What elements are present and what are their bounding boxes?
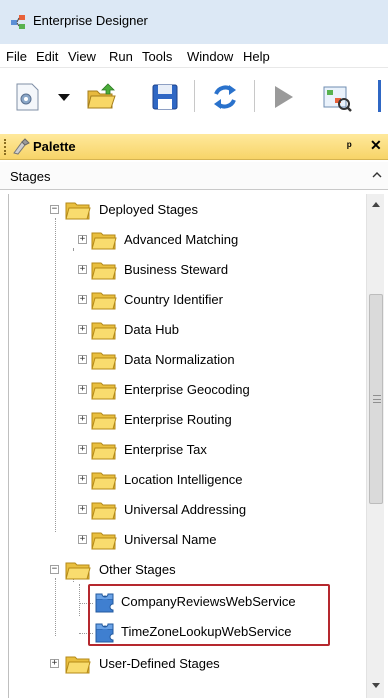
tree-node-stage-group[interactable]: + Country Identifier (75, 288, 365, 312)
open-folder-icon[interactable] (84, 80, 118, 114)
save-icon[interactable] (148, 80, 182, 114)
folder-icon (91, 292, 117, 310)
scroll-thumb[interactable] (369, 294, 383, 504)
scroll-down-icon[interactable] (371, 682, 381, 690)
folder-open-icon (65, 202, 91, 220)
tree-node-stage-group[interactable]: + Enterprise Geocoding (75, 378, 365, 402)
tree-label: Universal Addressing (124, 502, 247, 517)
tree-node-stage-group[interactable]: + Universal Name (75, 528, 365, 552)
toolbar (0, 68, 388, 124)
folder-icon (91, 322, 117, 340)
toolbar-separator (194, 80, 195, 112)
dropdown-arrow-icon[interactable] (56, 80, 72, 114)
new-flow-icon[interactable] (10, 80, 44, 114)
expand-toggle-icon[interactable]: + (78, 475, 87, 484)
menu-window[interactable]: Window (187, 49, 233, 64)
tree-node-stage-group[interactable]: + Data Normalization (75, 348, 365, 372)
tree-node-stage-group[interactable]: + Business Steward (75, 258, 365, 282)
folder-icon (91, 382, 117, 400)
menu-run[interactable]: Run (109, 49, 133, 64)
close-icon[interactable]: ✕ (370, 137, 382, 154)
vertical-scrollbar[interactable] (366, 194, 384, 698)
grip-icon (373, 395, 381, 403)
tree-label: Business Steward (124, 262, 229, 277)
menu-help[interactable]: Help (243, 49, 270, 64)
expand-toggle-icon[interactable]: + (78, 535, 87, 544)
tree-label: Enterprise Geocoding (124, 382, 250, 397)
tree-node-stage-group[interactable]: + Advanced Matching (75, 228, 365, 252)
expand-toggle-icon[interactable]: + (78, 505, 87, 514)
inspect-icon[interactable] (320, 80, 354, 114)
highlight-box (88, 584, 330, 646)
tree-label: Advanced Matching (124, 232, 239, 247)
folder-icon (91, 442, 117, 460)
toolbar-overflow (378, 80, 381, 112)
folder-icon (91, 472, 117, 490)
refresh-icon[interactable] (208, 80, 242, 114)
palette-title: Palette (33, 139, 76, 154)
chevron-up-icon[interactable] (372, 170, 382, 180)
expand-toggle-icon[interactable]: + (78, 445, 87, 454)
menu-edit[interactable]: Edit (36, 49, 58, 64)
menu-file[interactable]: File (6, 49, 27, 64)
menu-bar: File Edit View Run Tools Window Help (0, 44, 388, 68)
folder-icon (91, 352, 117, 370)
menu-tools[interactable]: Tools (142, 49, 172, 64)
tree-label: Data Normalization (124, 352, 235, 367)
folder-icon (91, 412, 117, 430)
pin-icon[interactable]: ᵖ (347, 139, 352, 153)
tree-label: Enterprise Routing (124, 412, 232, 427)
expand-toggle-icon[interactable]: + (78, 355, 87, 364)
expand-toggle-icon[interactable]: + (78, 265, 87, 274)
folder-icon (91, 532, 117, 550)
menu-view[interactable]: View (68, 49, 96, 64)
expand-toggle-icon[interactable]: + (78, 295, 87, 304)
expand-toggle-icon[interactable]: + (78, 415, 87, 424)
tree-node-stage-group[interactable]: + Enterprise Routing (75, 408, 365, 432)
tree-node-other-stages[interactable]: − Other Stages (47, 558, 367, 582)
tree-node-stage-group[interactable]: + Location Intelligence (75, 468, 365, 492)
collapse-toggle-icon[interactable]: − (50, 565, 59, 574)
window-title: Enterprise Designer (33, 13, 148, 28)
tree-label: Country Identifier (124, 292, 223, 307)
expand-toggle-icon[interactable]: + (78, 325, 87, 334)
folder-open-icon (65, 562, 91, 580)
toolbar-separator (254, 80, 255, 112)
tree-node-stage-group[interactable]: + Universal Addressing (75, 498, 365, 522)
folder-icon (65, 656, 91, 674)
folder-icon (91, 262, 117, 280)
palette-icon (13, 138, 30, 155)
tree-label: Data Hub (124, 322, 179, 337)
stages-label: Stages (10, 169, 51, 184)
tree-label: Universal Name (124, 532, 217, 547)
tree-label: Enterprise Tax (124, 442, 207, 457)
tree-node-stage-group[interactable]: + Data Hub (75, 318, 365, 342)
run-icon[interactable] (266, 80, 300, 114)
tree-label: Deployed Stages (99, 202, 199, 217)
folder-icon (91, 232, 117, 250)
title-bar: Enterprise Designer (0, 0, 388, 44)
collapse-toggle-icon[interactable]: − (50, 205, 59, 214)
folder-icon (91, 502, 117, 520)
tree-label: User-Defined Stages (99, 656, 220, 671)
tree-label: Other Stages (99, 562, 176, 577)
tree-node-user-defined-stages[interactable]: + User-Defined Stages (47, 652, 367, 676)
expand-toggle-icon[interactable]: + (78, 235, 87, 244)
app-icon (11, 15, 25, 29)
palette-header: Palette ᵖ ✕ (0, 134, 388, 160)
tree-label: Location Intelligence (124, 472, 243, 487)
stages-bar[interactable]: Stages (0, 162, 388, 190)
expand-toggle-icon[interactable]: + (50, 659, 59, 668)
scroll-up-icon[interactable] (371, 200, 381, 208)
drag-grip-icon[interactable] (4, 139, 8, 155)
tree-node-deployed-stages[interactable]: − Deployed Stages (47, 198, 367, 222)
tree-node-stage-group[interactable]: + Enterprise Tax (75, 438, 365, 462)
expand-toggle-icon[interactable]: + (78, 385, 87, 394)
